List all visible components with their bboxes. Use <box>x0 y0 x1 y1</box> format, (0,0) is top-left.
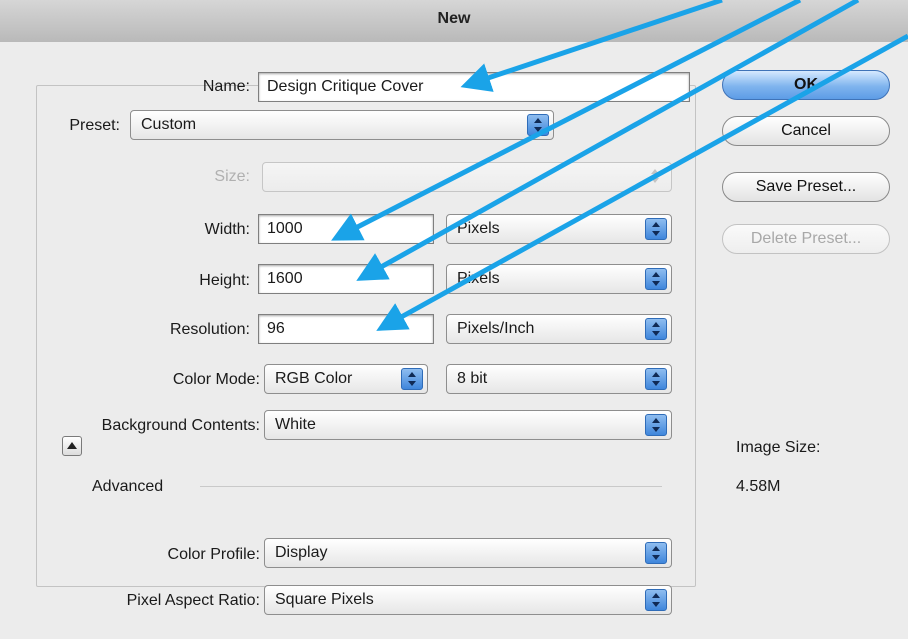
color-profile-value: Display <box>275 544 328 561</box>
advanced-disclosure-icon[interactable] <box>62 436 82 456</box>
popup-arrows-icon <box>401 368 423 390</box>
popup-arrows-icon <box>527 114 549 136</box>
pixel-aspect-ratio-value: Square Pixels <box>275 591 374 608</box>
save-preset-button[interactable]: Save Preset... <box>722 172 890 202</box>
resolution-unit-select[interactable]: Pixels/Inch <box>446 314 672 344</box>
popup-arrows-icon <box>645 318 667 340</box>
popup-arrows-icon <box>645 589 667 611</box>
pixel-aspect-ratio-label: Pixel Aspect Ratio: <box>126 592 260 609</box>
color-profile-label: Color Profile: <box>167 546 260 563</box>
window-title: New <box>437 10 471 27</box>
popup-arrows-icon <box>645 166 667 188</box>
height-unit-value: Pixels <box>457 270 500 287</box>
pixel-aspect-ratio-select[interactable]: Square Pixels <box>264 585 672 615</box>
preset-select[interactable]: Custom <box>130 110 554 140</box>
height-unit-select[interactable]: Pixels <box>446 264 672 294</box>
name-label: Name: <box>202 78 250 95</box>
resolution-field[interactable]: 96 <box>258 314 434 344</box>
image-size-label: Image Size: <box>736 439 821 456</box>
ok-button[interactable]: OK <box>722 70 890 100</box>
bit-depth-select[interactable]: 8 bit <box>446 364 672 394</box>
height-label: Height: <box>199 272 250 289</box>
width-unit-select[interactable]: Pixels <box>446 214 672 244</box>
image-size-value: 4.58M <box>736 478 781 495</box>
title-bar: New <box>0 0 908 43</box>
height-field[interactable]: 1600 <box>258 264 434 294</box>
background-contents-label: Background Contents: <box>101 417 260 434</box>
name-field[interactable]: Design Critique Cover <box>258 72 690 102</box>
size-select[interactable] <box>262 162 672 192</box>
cancel-button[interactable]: Cancel <box>722 116 890 146</box>
background-contents-value: White <box>275 416 316 433</box>
color-mode-label: Color Mode: <box>172 371 260 388</box>
resolution-unit-value: Pixels/Inch <box>457 320 535 337</box>
popup-arrows-icon <box>645 268 667 290</box>
preset-label: Preset: <box>46 117 126 135</box>
width-unit-value: Pixels <box>457 220 500 237</box>
preset-value: Custom <box>141 116 197 133</box>
size-label: Size: <box>214 168 250 185</box>
width-label: Width: <box>204 221 250 238</box>
popup-arrows-icon <box>645 218 667 240</box>
advanced-label: Advanced <box>92 478 164 495</box>
color-mode-select[interactable]: RGB Color <box>264 364 428 394</box>
width-field[interactable]: 1000 <box>258 214 434 244</box>
delete-preset-button[interactable]: Delete Preset... <box>722 224 890 254</box>
color-mode-value: RGB Color <box>275 370 353 387</box>
bit-depth-value: 8 bit <box>457 370 488 387</box>
advanced-separator <box>200 486 662 487</box>
background-contents-select[interactable]: White <box>264 410 672 440</box>
color-profile-select[interactable]: Display <box>264 538 672 568</box>
popup-arrows-icon <box>645 368 667 390</box>
resolution-label: Resolution: <box>169 321 250 338</box>
popup-arrows-icon <box>645 414 667 436</box>
popup-arrows-icon <box>645 542 667 564</box>
